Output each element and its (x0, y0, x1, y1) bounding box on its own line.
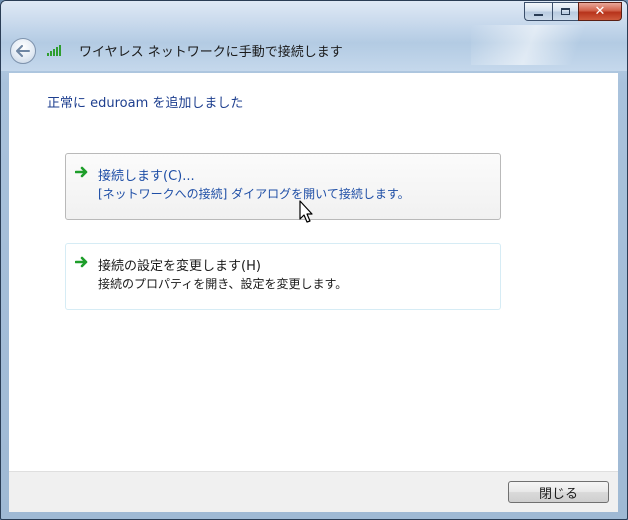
maximize-icon (553, 3, 578, 20)
green-arrow-icon (75, 166, 88, 178)
connect-option[interactable]: 接続します(C)... [ネットワークへの接続] ダイアログを開いて接続します。 (65, 153, 501, 220)
window-title: ワイヤレス ネットワークに手動で接続します (79, 45, 343, 60)
change-settings-option[interactable]: 接続の設定を変更します(H) 接続のプロパティを開き、設定を変更します。 (65, 243, 501, 310)
minimize-button[interactable] (524, 2, 552, 21)
title-bar: ✕ ワイヤレス ネットワークに手動で接続します (1, 1, 627, 71)
connect-option-title: 接続します(C)... (98, 169, 195, 184)
close-window-button[interactable]: ✕ (578, 2, 622, 21)
minimize-icon (525, 3, 552, 20)
success-message: 正常に eduroam を追加しました (47, 96, 244, 111)
back-arrow-icon (16, 45, 30, 57)
dialog-window: ✕ ワイヤレス ネットワークに手動で接続します 正常に eduroam を追加し… (0, 0, 628, 520)
close-icon: ✕ (594, 4, 606, 19)
mouse-cursor-icon (299, 200, 313, 223)
content-panel: 正常に eduroam を追加しました 接続します(C)... [ネットワークへ… (9, 73, 618, 471)
close-button[interactable]: 閉じる (508, 481, 609, 503)
glass-reflection (471, 25, 621, 65)
back-button[interactable] (10, 38, 36, 64)
change-settings-option-description: 接続のプロパティを開き、設定を変更します。 (98, 277, 348, 291)
wireless-signal-icon (47, 45, 61, 56)
dialog-footer: 閉じる (9, 471, 618, 512)
connect-option-description: [ネットワークへの接続] ダイアログを開いて接続します。 (98, 187, 410, 201)
maximize-button[interactable] (552, 2, 578, 21)
green-arrow-icon (75, 256, 88, 268)
change-settings-option-title: 接続の設定を変更します(H) (98, 259, 261, 274)
